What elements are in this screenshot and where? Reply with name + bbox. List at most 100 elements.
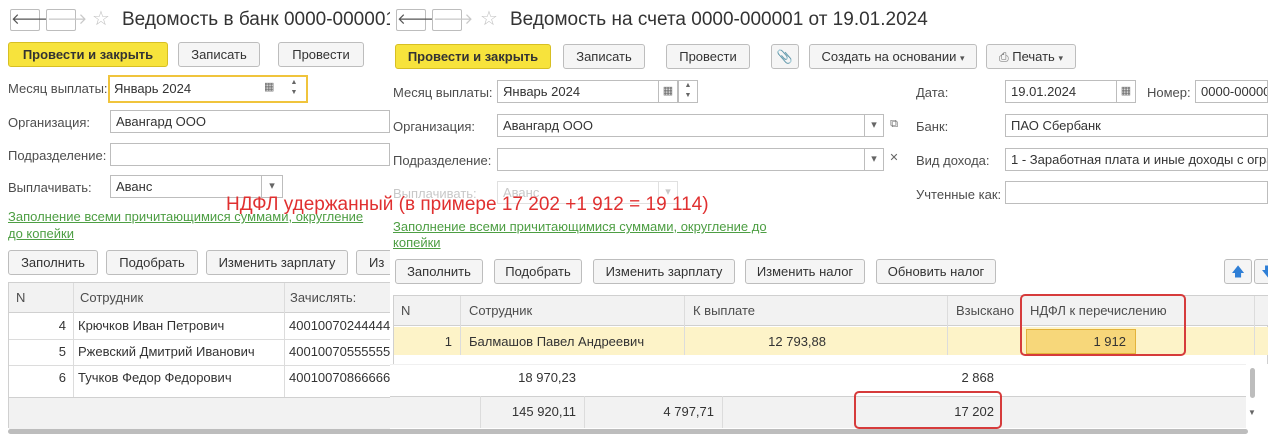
highlight-ndfl-column xyxy=(1020,294,1186,356)
dept-label: Подразделение: xyxy=(8,148,107,163)
save-button[interactable]: Записать xyxy=(178,42,260,67)
nav-forward-button[interactable]: 🡒 xyxy=(46,9,87,31)
fill-button[interactable]: Заполнить xyxy=(8,250,98,275)
month-spin[interactable]: ▲ ▼ xyxy=(286,78,302,100)
arrow-up-icon: 🡅 xyxy=(1231,264,1245,279)
annotation-text: НДФЛ удержанный (в примере 17 202 +1 912… xyxy=(226,194,709,215)
favorite-star-icon[interactable]: ☆ xyxy=(480,8,498,30)
row-employee[interactable]: Крючков Иван Петрович xyxy=(78,318,224,334)
create-based-on-button[interactable]: Создать на основании ▾ xyxy=(809,44,977,69)
post-and-close-button[interactable]: Провести и закрыть xyxy=(8,42,168,67)
window-title: Ведомость в банк 0000-000001 xyxy=(122,9,390,30)
row-n: 5 xyxy=(58,344,66,359)
number-field[interactable]: 0000-000001 xyxy=(1195,80,1268,103)
favorite-star-icon[interactable]: ☆ xyxy=(92,8,110,30)
dept-clear-button[interactable]: ✕ xyxy=(884,148,904,171)
open-icon: ⧉ xyxy=(890,118,898,130)
month-field[interactable]: Январь 2024 xyxy=(108,75,308,103)
row-account[interactable]: 40010070866666666666 xyxy=(289,370,390,386)
calendar-icon[interactable]: ▦ xyxy=(264,80,278,94)
attach-button[interactable]: 📎 xyxy=(771,44,799,69)
org-label: Организация: xyxy=(8,115,91,130)
org-field[interactable]: Авангард ООО xyxy=(497,114,865,137)
date-field[interactable]: 19.01.2024 xyxy=(1005,80,1117,103)
change-salary-button[interactable]: Изменить зарплату xyxy=(593,259,735,284)
total-col2: 4 797,71 xyxy=(663,404,714,419)
vertical-scrollbar[interactable]: ▼ xyxy=(1248,364,1258,426)
counted-label: Учтенные как: xyxy=(916,187,1002,202)
arrow-down-icon: 🡇 xyxy=(1261,264,1268,279)
org-dropdown-button[interactable]: ▾ xyxy=(864,114,884,137)
number-label: Номер: xyxy=(1147,85,1191,100)
calendar-icon: ▦ xyxy=(1120,85,1132,97)
post-button[interactable]: Провести xyxy=(278,42,364,67)
row-n: 6 xyxy=(58,370,66,385)
pick-button[interactable]: Подобрать xyxy=(494,259,582,284)
row-account[interactable]: 40010070244444 xyxy=(289,318,390,334)
income-field[interactable]: 1 - Заработная плата и иные доходы с огр… xyxy=(1005,148,1268,171)
change-salary-button[interactable]: Изменить зарплату xyxy=(206,250,348,275)
scroll-down-icon[interactable]: ▼ xyxy=(1248,408,1256,417)
row-payout[interactable]: 12 793,88 xyxy=(690,334,826,350)
col-n-header[interactable]: N xyxy=(401,303,410,319)
col-employee-header[interactable]: Сотрудник xyxy=(80,290,143,306)
chevron-down-icon: ▾ xyxy=(1058,53,1063,63)
row-employee[interactable]: Тучков Федор Федорович xyxy=(78,370,232,386)
nav-back-button[interactable]: 🡐 xyxy=(10,9,51,31)
bank-field[interactable]: ПАО Сбербанк xyxy=(1005,114,1268,137)
pick-button[interactable]: Подобрать xyxy=(106,250,198,275)
month-spin[interactable]: ▲ ▼ xyxy=(678,80,698,103)
dept-dropdown-button[interactable]: ▾ xyxy=(864,148,884,171)
highlight-total-withheld xyxy=(854,391,1002,429)
col-payout-header[interactable]: К выплате xyxy=(693,303,755,319)
print-label: Печать xyxy=(1012,49,1055,64)
row-amount[interactable]: 18 970,23 xyxy=(470,370,576,386)
dept-label: Подразделение: xyxy=(393,153,492,168)
move-down-button[interactable]: 🡇 xyxy=(1254,259,1268,284)
fill-mode-link[interactable]: Заполнение всеми причитающимися суммами,… xyxy=(393,219,767,235)
col-employee-header[interactable]: Сотрудник xyxy=(469,303,532,319)
scroll-thumb[interactable] xyxy=(1250,368,1255,398)
nav-forward-button[interactable]: 🡒 xyxy=(432,9,473,31)
counted-field[interactable] xyxy=(1005,181,1268,204)
org-open-button[interactable]: ⧉ xyxy=(884,114,904,137)
post-button[interactable]: Провести xyxy=(666,44,750,69)
post-and-close-button[interactable]: Провести и закрыть xyxy=(395,44,551,69)
org-label: Организация: xyxy=(393,119,476,134)
date-label: Дата: xyxy=(916,85,949,100)
month-field[interactable]: Январь 2024 xyxy=(497,80,659,103)
col-account-header[interactable]: Зачислять: xyxy=(290,290,356,306)
dept-field[interactable] xyxy=(497,148,865,171)
total-amount: 145 920,11 xyxy=(511,404,576,419)
row-account[interactable]: 40010070555555 xyxy=(289,344,390,360)
save-button[interactable]: Записать xyxy=(563,44,645,69)
row-withheld[interactable]: 2 868 xyxy=(900,370,994,386)
org-field[interactable]: Авангард ООО xyxy=(110,110,390,133)
col-n-header[interactable]: N xyxy=(16,290,25,306)
row-employee[interactable]: Ржевский Дмитрий Иванович xyxy=(78,344,255,360)
calendar-button[interactable]: ▦ xyxy=(658,80,678,103)
month-label: Месяц выплаты: xyxy=(8,81,108,96)
create-based-label: Создать на основании xyxy=(821,49,957,64)
fill-mode-link-cont[interactable]: копейки xyxy=(393,235,441,251)
back-window: 🡐 🡒 ☆ Ведомость в банк 0000-000001 Прове… xyxy=(0,0,390,435)
close-icon: ✕ xyxy=(889,152,899,164)
fill-mode-link-cont[interactable]: до копейки xyxy=(8,226,74,242)
more-button[interactable]: Из xyxy=(356,250,390,275)
paperclip-icon: 📎 xyxy=(776,49,794,64)
change-tax-button[interactable]: Изменить налог xyxy=(745,259,865,284)
row-employee[interactable]: Балмашов Павел Андреевич xyxy=(469,334,644,350)
update-tax-button[interactable]: Обновить налог xyxy=(876,259,996,284)
fill-button[interactable]: Заполнить xyxy=(395,259,483,284)
nav-back-button[interactable]: 🡐 xyxy=(396,9,437,31)
horizontal-scrollbar[interactable] xyxy=(8,429,1248,434)
month-label: Месяц выплаты: xyxy=(393,85,493,100)
col-withheld-header[interactable]: Взыскано xyxy=(956,303,1014,319)
row-n: 1 xyxy=(444,334,452,349)
move-up-button[interactable]: 🡅 xyxy=(1224,259,1252,284)
date-calendar-button[interactable]: ▦ xyxy=(1116,80,1136,103)
bank-label: Банк: xyxy=(916,119,949,134)
print-button[interactable]: ⎙ Печать ▾ xyxy=(986,44,1076,69)
dept-field[interactable] xyxy=(110,143,390,166)
income-label: Вид дохода: xyxy=(916,153,990,168)
